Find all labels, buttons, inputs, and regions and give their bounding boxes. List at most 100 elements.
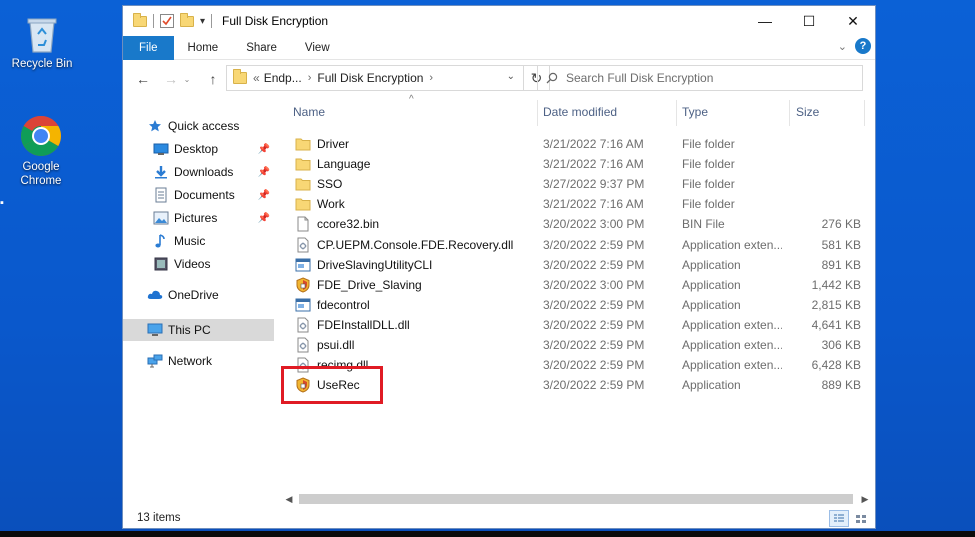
desktop-icon-recycle-bin[interactable]: Recycle Bin bbox=[2, 14, 82, 71]
videos-icon bbox=[153, 256, 169, 272]
history-dropdown-icon[interactable]: ⌄ bbox=[181, 67, 193, 91]
back-button[interactable]: ← bbox=[131, 67, 155, 91]
file-name-cell[interactable]: FDEInstallDLL.dll bbox=[295, 317, 410, 333]
search-box[interactable] bbox=[537, 65, 863, 91]
ribbon-right-controls: ⌄ ? bbox=[838, 38, 871, 54]
file-name-cell[interactable]: fdecontrol bbox=[295, 297, 370, 313]
column-header-date-modified[interactable]: Date modified bbox=[543, 98, 617, 126]
sidebar-item-downloads[interactable]: Downloads 📌 bbox=[123, 161, 274, 183]
file-name-cell[interactable]: SSO bbox=[295, 176, 342, 192]
table-row[interactable]: Work 3/21/2022 7:16 AM File folder bbox=[281, 194, 865, 214]
properties-icon[interactable] bbox=[160, 14, 174, 28]
date-modified-cell: 3/21/2022 7:16 AM bbox=[543, 157, 644, 172]
sidebar-item-label: Music bbox=[174, 234, 206, 248]
column-header-type[interactable]: Type bbox=[682, 98, 708, 126]
folder-icon bbox=[295, 136, 311, 152]
sidebar-item-label: Desktop bbox=[174, 142, 219, 156]
scroll-left-icon[interactable]: ◀ bbox=[281, 491, 297, 507]
table-row[interactable]: psui.dll 3/20/2022 2:59 PM Application ext… bbox=[281, 335, 865, 355]
customize-toolbar-icon[interactable]: ▾ bbox=[200, 16, 205, 27]
file-name: ccore32.bin bbox=[317, 217, 380, 232]
type-cell: Application exten... bbox=[682, 237, 782, 252]
file-name-cell[interactable]: psui.dll bbox=[295, 337, 354, 353]
scroll-right-icon[interactable]: ▶ bbox=[857, 491, 873, 507]
large-icons-view-icon[interactable] bbox=[851, 510, 871, 527]
tab-share[interactable]: Share bbox=[232, 36, 291, 60]
column-divider[interactable] bbox=[864, 100, 865, 126]
table-row[interactable]: FDEInstallDLL.dll 3/20/2022 2:59 PM Applic… bbox=[281, 315, 865, 335]
breadcrumb-separator-icon[interactable]: › bbox=[429, 72, 433, 84]
file-name-cell[interactable]: CP.UEPM.Console.FDE.Recovery.dll bbox=[295, 237, 513, 253]
column-header-name[interactable]: Name bbox=[293, 98, 325, 126]
file-name-cell[interactable]: ccore32.bin bbox=[295, 216, 379, 232]
sidebar-item-documents[interactable]: Documents 📌 bbox=[123, 184, 274, 206]
sidebar-item-videos[interactable]: Videos bbox=[123, 253, 274, 275]
tab-home[interactable]: Home bbox=[174, 36, 233, 60]
table-row[interactable]: SSO 3/27/2022 9:37 PM File folder bbox=[281, 174, 865, 194]
address-bar[interactable]: « Endp... › Full Disk Encryption › ⌄ bbox=[226, 65, 524, 91]
column-divider[interactable] bbox=[537, 100, 538, 126]
sidebar-item-this-pc[interactable]: This PC bbox=[123, 319, 274, 341]
file-name-cell[interactable]: FDE_Drive_Slaving bbox=[295, 277, 422, 293]
table-row[interactable]: ccore32.bin 3/20/2022 3:00 PM BIN File 276 … bbox=[281, 214, 865, 234]
details-view-icon[interactable] bbox=[829, 510, 849, 527]
help-icon[interactable]: ? bbox=[855, 38, 871, 54]
table-row[interactable]: fdecontrol 3/20/2022 2:59 PM Application 2,… bbox=[281, 295, 865, 315]
file-list: ^ Name Date modified Type Size Driver 3/2… bbox=[281, 94, 865, 488]
breadcrumb-current[interactable]: Full Disk Encryption bbox=[317, 71, 423, 85]
size-cell: 276 KB bbox=[821, 217, 861, 232]
expand-ribbon-chevron-icon[interactable]: ⌄ bbox=[838, 40, 847, 53]
title-bar: ▾ Full Disk Encryption — ☐ ✕ bbox=[123, 6, 875, 36]
breadcrumb-separator-icon[interactable]: › bbox=[308, 72, 312, 84]
desktop-icon bbox=[153, 141, 169, 157]
column-divider[interactable] bbox=[676, 100, 677, 126]
table-row[interactable]: Driver 3/21/2022 7:16 AM File folder bbox=[281, 134, 865, 154]
new-folder-icon[interactable] bbox=[180, 12, 194, 27]
breadcrumb-overflow[interactable]: « bbox=[253, 71, 260, 85]
scroll-thumb[interactable] bbox=[299, 494, 853, 504]
table-row[interactable]: Language 3/21/2022 7:16 AM File folder bbox=[281, 154, 865, 174]
pin-icon[interactable]: 📌 bbox=[258, 190, 270, 201]
type-cell: Application bbox=[682, 257, 741, 272]
minimize-button[interactable]: — bbox=[743, 6, 787, 36]
column-divider[interactable] bbox=[789, 100, 790, 126]
sidebar-item-desktop[interactable]: Desktop 📌 bbox=[123, 138, 274, 160]
highlight-annotation bbox=[281, 366, 383, 404]
sidebar-item-quick-access[interactable]: Quick access bbox=[123, 115, 274, 137]
file-name-cell[interactable]: Work bbox=[295, 196, 345, 212]
table-row[interactable]: CP.UEPM.Console.FDE.Recovery.dll 3/20/202… bbox=[281, 235, 865, 255]
file-name-cell[interactable]: Language bbox=[295, 156, 370, 172]
table-row[interactable]: FDE_Drive_Slaving 3/20/2022 3:00 PM Applic… bbox=[281, 275, 865, 295]
tab-view[interactable]: View bbox=[291, 36, 344, 60]
sidebar-item-network[interactable]: Network bbox=[123, 350, 274, 372]
folder-icon bbox=[233, 69, 247, 84]
breadcrumb-endp[interactable]: Endp... bbox=[264, 71, 302, 85]
tab-file[interactable]: File bbox=[123, 35, 174, 60]
size-cell: 889 KB bbox=[821, 378, 861, 393]
column-header-size[interactable]: Size bbox=[796, 98, 819, 126]
horizontal-scrollbar[interactable]: ◀ ▶ bbox=[281, 491, 873, 507]
sidebar-item-onedrive[interactable]: OneDrive bbox=[123, 284, 274, 306]
sidebar-item-music[interactable]: Music bbox=[123, 230, 274, 252]
address-dropdown-icon[interactable]: ⌄ bbox=[507, 71, 515, 82]
pin-icon[interactable]: 📌 bbox=[258, 167, 270, 178]
search-input[interactable] bbox=[566, 71, 846, 85]
forward-button[interactable]: → bbox=[159, 67, 183, 91]
app-window-icon bbox=[295, 297, 311, 313]
pin-icon[interactable]: 📌 bbox=[258, 213, 270, 224]
file-name-cell[interactable]: DriveSlavingUtilityCLI bbox=[295, 257, 432, 273]
sidebar-item-label: Pictures bbox=[174, 211, 218, 225]
scroll-track[interactable] bbox=[297, 493, 857, 505]
desktop-icon-chrome[interactable]: Google Chrome bbox=[1, 115, 81, 188]
close-button[interactable]: ✕ bbox=[831, 6, 875, 36]
folder-icon bbox=[295, 196, 311, 212]
sidebar-item-pictures[interactable]: Pictures 📌 bbox=[123, 207, 274, 229]
pin-icon[interactable]: 📌 bbox=[258, 144, 270, 155]
table-row[interactable]: DriveSlavingUtilityCLI 3/20/2022 2:59 PM A… bbox=[281, 255, 865, 275]
maximize-button[interactable]: ☐ bbox=[787, 6, 831, 36]
up-button[interactable]: ↑ bbox=[201, 67, 225, 91]
desktop-edge-glyph: ▪ bbox=[0, 197, 4, 209]
documents-icon bbox=[153, 187, 169, 203]
file-name-cell[interactable]: Driver bbox=[295, 136, 349, 152]
date-modified-cell: 3/20/2022 2:59 PM bbox=[543, 237, 645, 252]
